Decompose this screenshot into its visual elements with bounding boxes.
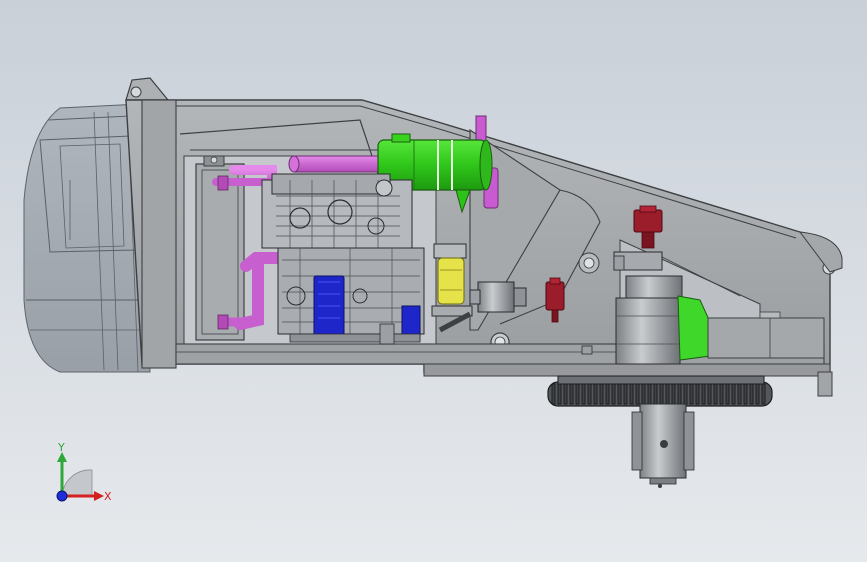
gear-tooth (761, 383, 766, 405)
gear-tooth (671, 383, 676, 405)
gear-tooth (755, 383, 760, 405)
gear-tooth (593, 383, 598, 405)
gear-tooth (647, 383, 652, 405)
gear-tooth (731, 383, 736, 405)
gear-tooth (599, 383, 604, 405)
center-joint[interactable] (631, 403, 695, 488)
gear-tooth (617, 383, 622, 405)
gear-tooth (587, 383, 592, 405)
gear-tooth (641, 383, 646, 405)
gear-tooth (557, 383, 562, 405)
gear-tooth (563, 383, 568, 405)
gear-tooth (629, 383, 634, 405)
gear-tooth (737, 383, 742, 405)
gear-tooth (575, 383, 580, 405)
cad-viewport[interactable]: Y X (0, 0, 867, 562)
gear-tooth (551, 383, 556, 405)
gear-tooth (701, 383, 706, 405)
gear-tooth (719, 383, 724, 405)
gear-tooth (605, 383, 610, 405)
gear-tooth (623, 383, 628, 405)
slew-ring-gear[interactable] (547, 375, 773, 407)
gear-tooth (635, 383, 640, 405)
gear-tooth (665, 383, 670, 405)
gear-tooth (677, 383, 682, 405)
gear-tooth (659, 383, 664, 405)
x-axis-label: X (104, 490, 112, 503)
y-axis-label: Y (57, 441, 65, 454)
engine[interactable] (261, 173, 425, 343)
gear-tooth (749, 383, 754, 405)
gear-tooth (569, 383, 574, 405)
gear-tooth (713, 383, 718, 405)
assembly-model[interactable]: Y X (0, 0, 867, 562)
z-axis-dot (56, 490, 68, 502)
orientation-triad: Y X (56, 441, 112, 503)
gear-tooth (683, 383, 688, 405)
counterweight-box[interactable] (707, 311, 825, 359)
gear-tooth (581, 383, 586, 405)
gear-tooth (611, 383, 616, 405)
gear-tooth (695, 383, 700, 405)
gear-tooth (707, 383, 712, 405)
gear-tooth (689, 383, 694, 405)
gear-tooth (725, 383, 730, 405)
gear-tooth (743, 383, 748, 405)
gear-tooth (653, 383, 658, 405)
